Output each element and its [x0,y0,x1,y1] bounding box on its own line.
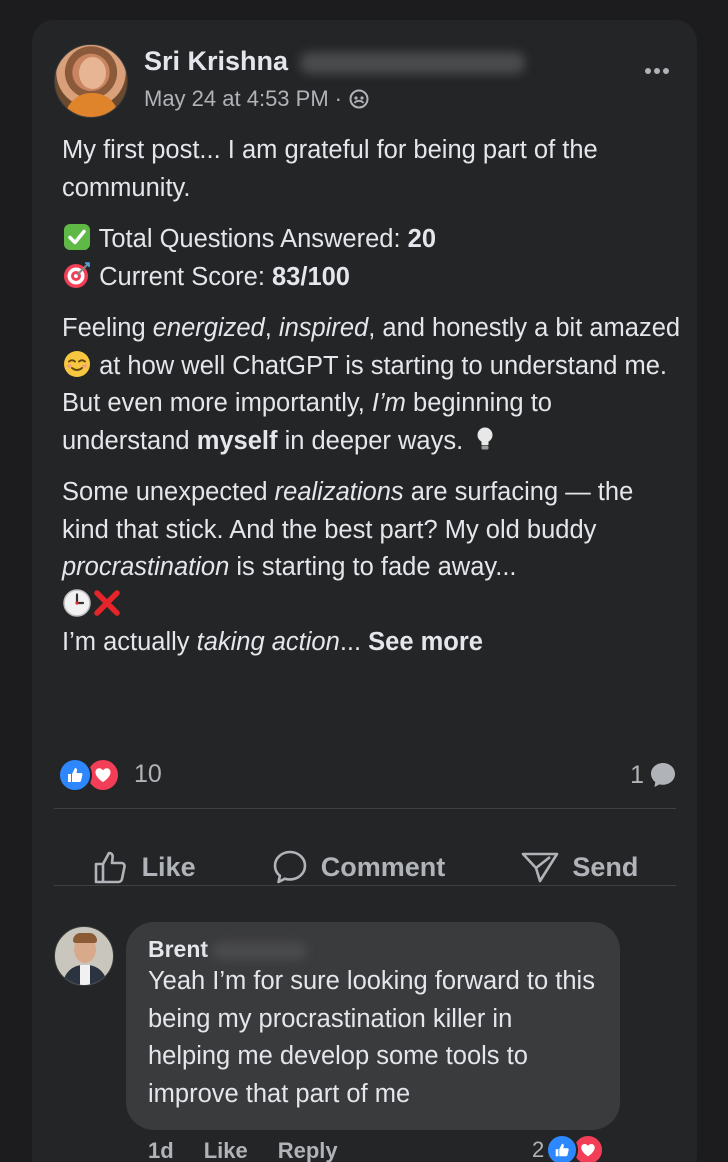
blurred-surname [300,51,526,74]
text-run: ... [339,628,369,656]
stat-value: 83/100 [272,262,350,291]
like-reaction-icon [58,758,92,792]
commenter-avatar[interactable] [54,926,114,986]
text-run: at how well ChatGPT is starting to under… [62,351,667,418]
like-reaction-icon [546,1134,579,1162]
post-body: My first post... I am grateful for being… [62,132,682,676]
comment-like-button[interactable]: Like [204,1138,248,1162]
meta-separator: · [334,86,342,111]
reactions-summary: 10 1 [58,758,678,794]
text-run: taking action [196,628,340,656]
text-run: I’m [371,389,406,417]
comment-actions: 1d Like Reply [148,1138,338,1162]
text-run: inspired [278,314,369,342]
comment-reactions[interactable]: 2 [532,1134,605,1162]
see-more-link[interactable]: See more [368,628,483,656]
like-label: Like [141,851,196,882]
post-intro: My first post... I am grateful for being… [62,136,598,202]
blurred-surname [212,941,308,960]
divider [54,885,676,886]
comment-button[interactable]: Comment [271,848,446,886]
post-actions: Like Comment Send [54,828,676,906]
stat-label: Total Questions Answered: [98,225,408,253]
text-run: Feeling [62,314,153,342]
send-button[interactable]: Send [520,848,638,886]
comment-reply-button[interactable]: Reply [278,1138,338,1162]
text-run: I’m actually [62,628,197,656]
light-bulb-icon [470,424,500,454]
comment-count[interactable]: 1 [630,760,678,790]
divider [54,808,676,809]
like-button[interactable]: Like [92,848,196,886]
reaction-icons[interactable] [58,758,120,792]
post-timestamp[interactable]: May 24 at 4:53 PM [144,86,329,112]
commenter-name-text[interactable]: Brent [148,936,208,962]
post-paragraph-realizations: Some unexpected realizations are surfaci… [62,474,682,662]
check-mark-icon [62,222,92,252]
comment-label: Comment [320,851,446,882]
post-paragraph-feeling: Feeling energized, inspired, and honestl… [62,310,682,460]
text-run: is starting to fade away... [229,553,517,581]
comment-text: Yeah I’m for sure looking forward to thi… [148,967,595,1108]
relieved-face-icon [62,349,92,379]
comment-bubble-icon [651,763,675,787]
comment-count-number: 1 [630,760,644,789]
comment-bubble: Brent Yeah I’m for sure looking forward … [126,922,620,1130]
text-run: energized [152,314,265,342]
text-run: myself [196,426,278,455]
clock-icon [62,588,92,618]
author-name[interactable]: Sri Krishna [144,46,526,77]
target-icon [62,260,92,290]
stat-value: 20 [407,225,437,253]
send-label: Send [572,851,639,882]
more-options-icon[interactable] [640,54,674,88]
text-run: procrastination [62,553,230,581]
author-name-text[interactable]: Sri Krishna [144,46,288,76]
post-header: Sri Krishna May 24 at 4:53 PM · [54,44,674,120]
post-meta: May 24 at 4:53 PM · [144,86,370,112]
comment-icon [273,850,307,884]
text-run: , and honestly a bit amazed [368,314,681,342]
text-run: Some unexpected [62,478,275,506]
commenter-name[interactable]: Brent [148,936,598,963]
thumbs-up-icon [94,851,126,884]
author-avatar[interactable] [54,44,128,118]
post-stats: Total Questions Answered: 20 Current Sco… [62,221,682,296]
stat-label: Current Score: [99,262,272,291]
reaction-count[interactable]: 10 [134,760,162,789]
cross-mark-icon [92,588,122,618]
comment-reaction-count: 2 [532,1137,545,1162]
post-card: Sri Krishna May 24 at 4:53 PM · My first… [32,20,697,1162]
text-run: in deeper ways. [277,426,471,455]
text-run: realizations [274,478,404,506]
group-audience-icon [348,88,370,110]
comment-age[interactable]: 1d [148,1138,174,1162]
send-icon [522,852,559,883]
text-run: , [264,314,279,342]
